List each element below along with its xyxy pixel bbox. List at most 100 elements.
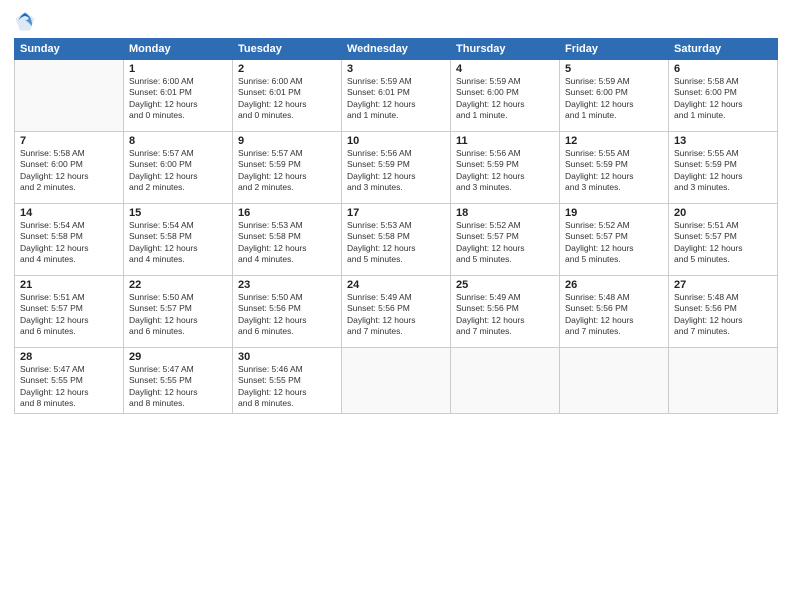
- day-info: Sunrise: 6:00 AMSunset: 6:01 PMDaylight:…: [129, 76, 227, 122]
- header-cell-monday: Monday: [124, 39, 233, 60]
- day-number: 6: [674, 63, 772, 75]
- day-cell: 8Sunrise: 5:57 AMSunset: 6:00 PMDaylight…: [124, 132, 233, 204]
- day-info: Sunrise: 5:58 AMSunset: 6:00 PMDaylight:…: [674, 76, 772, 122]
- week-row-2: 7Sunrise: 5:58 AMSunset: 6:00 PMDaylight…: [15, 132, 778, 204]
- day-cell: 16Sunrise: 5:53 AMSunset: 5:58 PMDayligh…: [233, 204, 342, 276]
- day-number: 7: [20, 135, 118, 147]
- header-cell-sunday: Sunday: [15, 39, 124, 60]
- day-cell: 29Sunrise: 5:47 AMSunset: 5:55 PMDayligh…: [124, 348, 233, 414]
- week-row-1: 1Sunrise: 6:00 AMSunset: 6:01 PMDaylight…: [15, 60, 778, 132]
- day-number: 9: [238, 135, 336, 147]
- day-cell: 5Sunrise: 5:59 AMSunset: 6:00 PMDaylight…: [560, 60, 669, 132]
- day-cell: 21Sunrise: 5:51 AMSunset: 5:57 PMDayligh…: [15, 276, 124, 348]
- logo: [14, 10, 40, 32]
- header-cell-saturday: Saturday: [669, 39, 778, 60]
- day-info: Sunrise: 5:55 AMSunset: 5:59 PMDaylight:…: [674, 148, 772, 194]
- day-cell: 24Sunrise: 5:49 AMSunset: 5:56 PMDayligh…: [342, 276, 451, 348]
- day-info: Sunrise: 5:52 AMSunset: 5:57 PMDaylight:…: [565, 220, 663, 266]
- day-cell: 18Sunrise: 5:52 AMSunset: 5:57 PMDayligh…: [451, 204, 560, 276]
- day-info: Sunrise: 5:57 AMSunset: 6:00 PMDaylight:…: [129, 148, 227, 194]
- day-number: 28: [20, 351, 118, 363]
- day-cell: 2Sunrise: 6:00 AMSunset: 6:01 PMDaylight…: [233, 60, 342, 132]
- calendar-table: SundayMondayTuesdayWednesdayThursdayFrid…: [14, 38, 778, 414]
- day-cell: 27Sunrise: 5:48 AMSunset: 5:56 PMDayligh…: [669, 276, 778, 348]
- header-cell-wednesday: Wednesday: [342, 39, 451, 60]
- day-cell: 6Sunrise: 5:58 AMSunset: 6:00 PMDaylight…: [669, 60, 778, 132]
- week-row-4: 21Sunrise: 5:51 AMSunset: 5:57 PMDayligh…: [15, 276, 778, 348]
- day-cell: [560, 348, 669, 414]
- day-cell: 23Sunrise: 5:50 AMSunset: 5:56 PMDayligh…: [233, 276, 342, 348]
- day-cell: 22Sunrise: 5:50 AMSunset: 5:57 PMDayligh…: [124, 276, 233, 348]
- day-info: Sunrise: 6:00 AMSunset: 6:01 PMDaylight:…: [238, 76, 336, 122]
- header-cell-tuesday: Tuesday: [233, 39, 342, 60]
- day-cell: 30Sunrise: 5:46 AMSunset: 5:55 PMDayligh…: [233, 348, 342, 414]
- day-number: 16: [238, 207, 336, 219]
- day-info: Sunrise: 5:49 AMSunset: 5:56 PMDaylight:…: [347, 292, 445, 338]
- day-info: Sunrise: 5:48 AMSunset: 5:56 PMDaylight:…: [565, 292, 663, 338]
- logo-icon: [14, 10, 36, 32]
- day-number: 3: [347, 63, 445, 75]
- day-info: Sunrise: 5:52 AMSunset: 5:57 PMDaylight:…: [456, 220, 554, 266]
- day-number: 18: [456, 207, 554, 219]
- header-cell-friday: Friday: [560, 39, 669, 60]
- day-number: 22: [129, 279, 227, 291]
- day-info: Sunrise: 5:48 AMSunset: 5:56 PMDaylight:…: [674, 292, 772, 338]
- day-info: Sunrise: 5:53 AMSunset: 5:58 PMDaylight:…: [238, 220, 336, 266]
- day-info: Sunrise: 5:56 AMSunset: 5:59 PMDaylight:…: [456, 148, 554, 194]
- day-cell: 4Sunrise: 5:59 AMSunset: 6:00 PMDaylight…: [451, 60, 560, 132]
- day-info: Sunrise: 5:58 AMSunset: 6:00 PMDaylight:…: [20, 148, 118, 194]
- day-info: Sunrise: 5:47 AMSunset: 5:55 PMDaylight:…: [20, 364, 118, 410]
- day-info: Sunrise: 5:49 AMSunset: 5:56 PMDaylight:…: [456, 292, 554, 338]
- day-info: Sunrise: 5:56 AMSunset: 5:59 PMDaylight:…: [347, 148, 445, 194]
- day-info: Sunrise: 5:57 AMSunset: 5:59 PMDaylight:…: [238, 148, 336, 194]
- day-info: Sunrise: 5:53 AMSunset: 5:58 PMDaylight:…: [347, 220, 445, 266]
- week-row-5: 28Sunrise: 5:47 AMSunset: 5:55 PMDayligh…: [15, 348, 778, 414]
- day-number: 19: [565, 207, 663, 219]
- day-number: 5: [565, 63, 663, 75]
- day-number: 21: [20, 279, 118, 291]
- day-cell: 20Sunrise: 5:51 AMSunset: 5:57 PMDayligh…: [669, 204, 778, 276]
- day-cell: 14Sunrise: 5:54 AMSunset: 5:58 PMDayligh…: [15, 204, 124, 276]
- day-cell: 10Sunrise: 5:56 AMSunset: 5:59 PMDayligh…: [342, 132, 451, 204]
- day-cell: 13Sunrise: 5:55 AMSunset: 5:59 PMDayligh…: [669, 132, 778, 204]
- day-cell: 28Sunrise: 5:47 AMSunset: 5:55 PMDayligh…: [15, 348, 124, 414]
- day-number: 2: [238, 63, 336, 75]
- day-info: Sunrise: 5:55 AMSunset: 5:59 PMDaylight:…: [565, 148, 663, 194]
- day-cell: 26Sunrise: 5:48 AMSunset: 5:56 PMDayligh…: [560, 276, 669, 348]
- day-number: 29: [129, 351, 227, 363]
- day-number: 25: [456, 279, 554, 291]
- day-info: Sunrise: 5:54 AMSunset: 5:58 PMDaylight:…: [129, 220, 227, 266]
- day-number: 23: [238, 279, 336, 291]
- day-number: 15: [129, 207, 227, 219]
- day-info: Sunrise: 5:46 AMSunset: 5:55 PMDaylight:…: [238, 364, 336, 410]
- day-cell: 3Sunrise: 5:59 AMSunset: 6:01 PMDaylight…: [342, 60, 451, 132]
- header-row: SundayMondayTuesdayWednesdayThursdayFrid…: [15, 39, 778, 60]
- day-cell: [342, 348, 451, 414]
- day-info: Sunrise: 5:59 AMSunset: 6:00 PMDaylight:…: [456, 76, 554, 122]
- day-cell: 19Sunrise: 5:52 AMSunset: 5:57 PMDayligh…: [560, 204, 669, 276]
- day-cell: 11Sunrise: 5:56 AMSunset: 5:59 PMDayligh…: [451, 132, 560, 204]
- header: [14, 10, 778, 32]
- day-number: 20: [674, 207, 772, 219]
- day-number: 27: [674, 279, 772, 291]
- day-cell: 15Sunrise: 5:54 AMSunset: 5:58 PMDayligh…: [124, 204, 233, 276]
- day-number: 12: [565, 135, 663, 147]
- day-info: Sunrise: 5:47 AMSunset: 5:55 PMDaylight:…: [129, 364, 227, 410]
- day-number: 13: [674, 135, 772, 147]
- week-row-3: 14Sunrise: 5:54 AMSunset: 5:58 PMDayligh…: [15, 204, 778, 276]
- day-cell: [15, 60, 124, 132]
- day-cell: [451, 348, 560, 414]
- day-number: 26: [565, 279, 663, 291]
- day-number: 8: [129, 135, 227, 147]
- day-info: Sunrise: 5:54 AMSunset: 5:58 PMDaylight:…: [20, 220, 118, 266]
- day-cell: 1Sunrise: 6:00 AMSunset: 6:01 PMDaylight…: [124, 60, 233, 132]
- day-number: 14: [20, 207, 118, 219]
- day-info: Sunrise: 5:59 AMSunset: 6:00 PMDaylight:…: [565, 76, 663, 122]
- day-number: 10: [347, 135, 445, 147]
- day-cell: [669, 348, 778, 414]
- day-cell: 17Sunrise: 5:53 AMSunset: 5:58 PMDayligh…: [342, 204, 451, 276]
- header-cell-thursday: Thursday: [451, 39, 560, 60]
- day-number: 30: [238, 351, 336, 363]
- day-info: Sunrise: 5:59 AMSunset: 6:01 PMDaylight:…: [347, 76, 445, 122]
- day-cell: 12Sunrise: 5:55 AMSunset: 5:59 PMDayligh…: [560, 132, 669, 204]
